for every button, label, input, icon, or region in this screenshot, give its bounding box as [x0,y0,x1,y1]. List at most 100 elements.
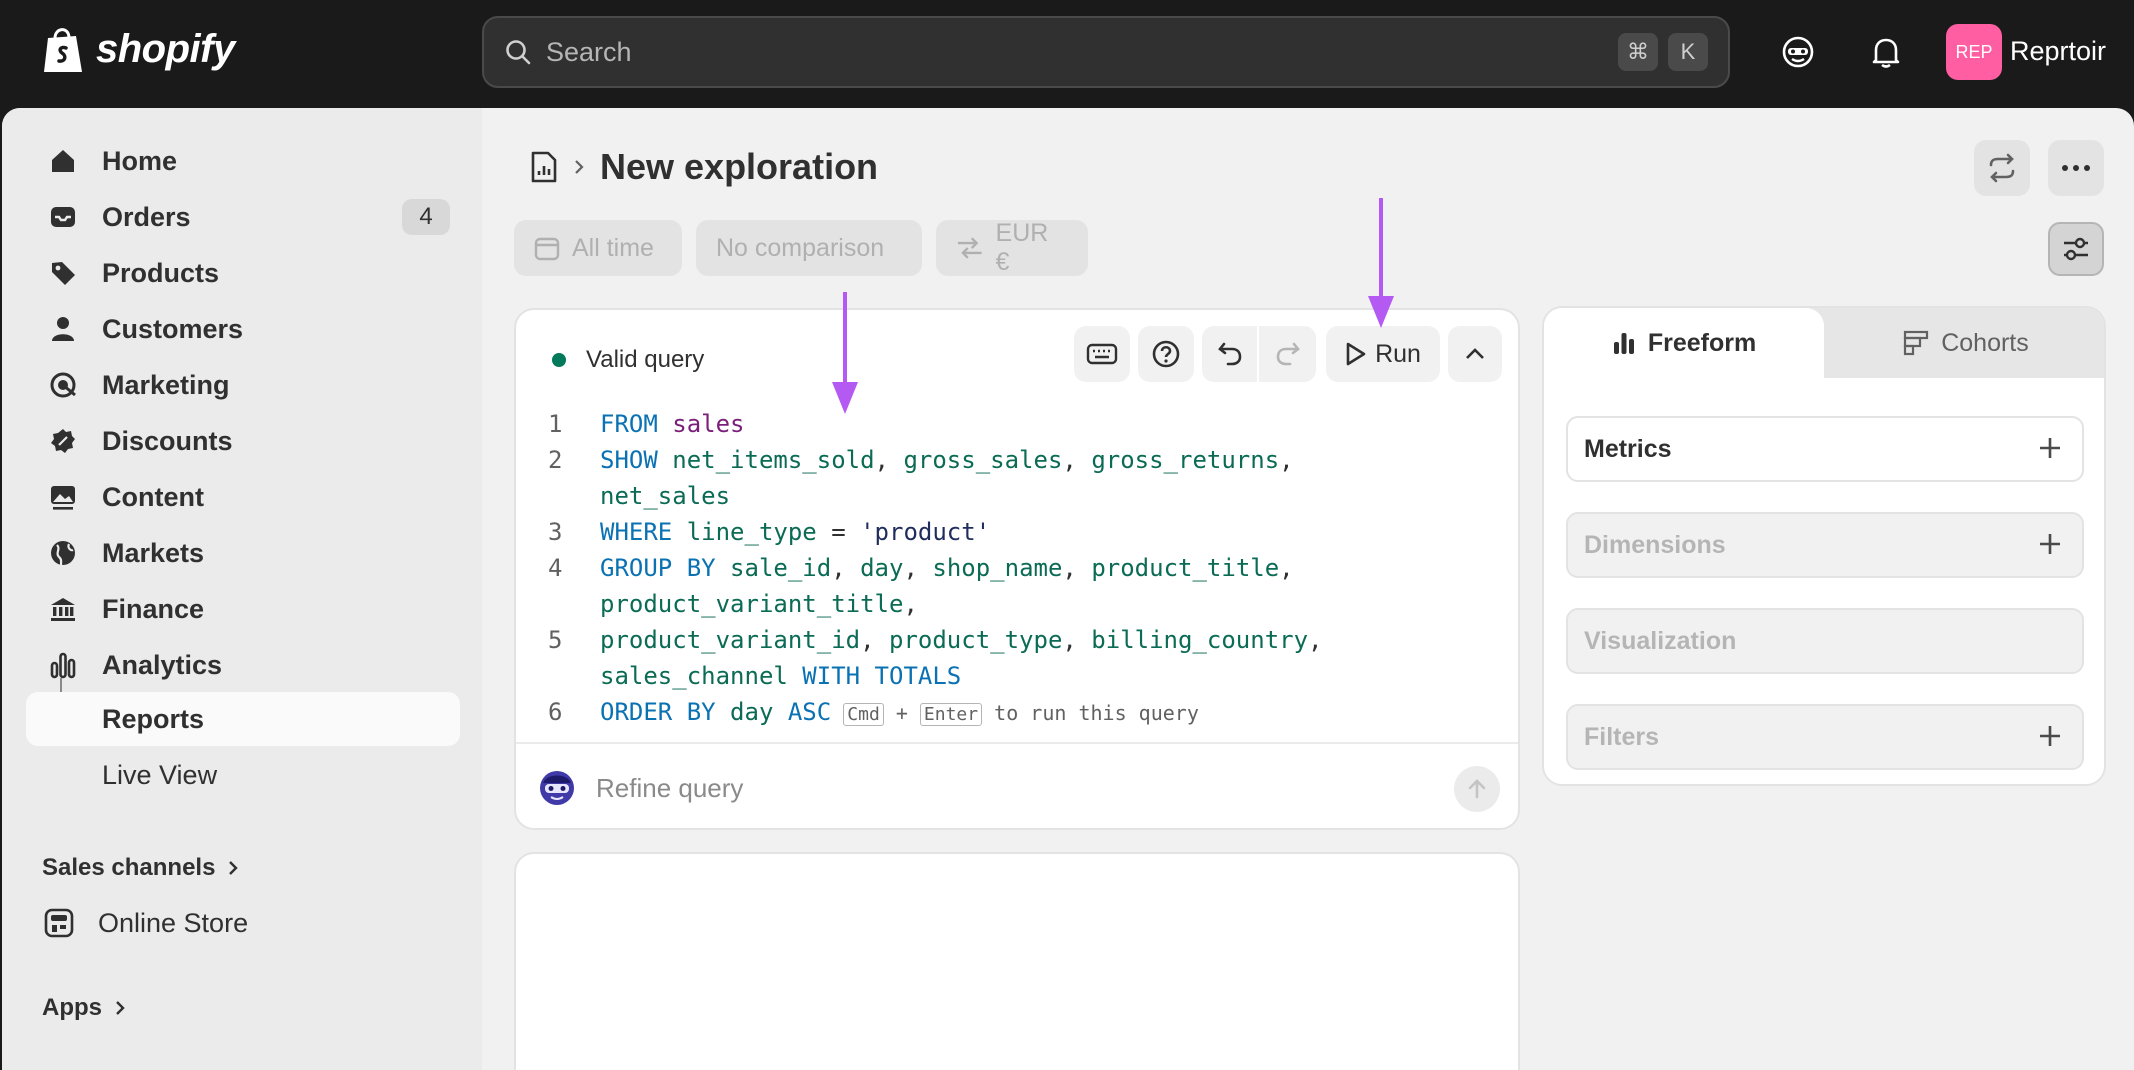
notifications-button[interactable] [1864,30,1908,74]
code-token: GROUP BY [600,554,716,582]
hint-plus: + [895,701,908,725]
sales-channels-label: Sales channels [42,854,216,881]
sidebar-item-marketing[interactable]: Marketing [26,358,460,412]
tab-cohorts[interactable]: Cohorts [1824,308,2104,378]
page-header: New exploration [530,146,878,188]
store-avatar[interactable]: REP [1946,24,2002,80]
date-range-label: All time [572,233,654,262]
help-button[interactable] [1138,326,1194,382]
code-text: ORDER BY day ASC Cmd + Enter to run this… [600,694,1199,733]
refine-query-input[interactable]: Refine query [596,773,743,804]
more-horizontal-icon [2062,165,2090,171]
report-document-icon[interactable] [530,150,558,184]
search-icon [506,40,531,65]
panel-tabs: Freeform Cohorts [1544,308,2104,378]
annotation-arrow-icon [1368,198,1394,328]
tab-label: Freeform [1647,328,1757,357]
sidekick-button[interactable] [1776,30,1820,74]
metrics-row[interactable]: Metrics [1566,416,2084,482]
line-number: 6 [548,698,563,726]
query-code-editor[interactable]: 1 FROM sales 2 SHOW net_items_sold, gross_s… [548,406,1488,733]
bar-chart-icon [1613,333,1634,354]
hint-key-enter: Enter [919,703,983,726]
code-token: net_sales [600,482,731,510]
code-token: = [816,518,861,546]
line-number: 5 [548,626,563,654]
currency-exchange-icon [957,237,982,259]
sidebar-item-markets[interactable]: Markets [26,526,460,580]
undo-button[interactable] [1202,326,1259,382]
settings-toggle-button[interactable] [2048,222,2104,276]
tab-freeform[interactable]: Freeform [1544,308,1824,378]
more-actions-button[interactable] [2048,140,2104,196]
send-refine-button[interactable] [1454,766,1500,812]
sidebar-item-products[interactable]: Products [26,246,460,300]
person-icon [48,314,78,344]
swap-arrows-icon [1989,153,2015,183]
add-filter-icon[interactable] [2036,722,2064,750]
add-metric-icon[interactable] [2036,434,2064,462]
sidebar-item-label: Marketing [102,369,230,400]
sidebar-item-content[interactable]: Content [26,470,460,524]
target-icon [48,370,78,400]
redo-button[interactable] [1259,326,1316,382]
sidebar-item-label: Markets [102,537,205,568]
refine-query-bar: Refine query [516,742,1518,828]
hint-key-cmd: Cmd [843,703,884,726]
sidebar-item-orders[interactable]: Orders 4 [26,190,460,244]
code-line[interactable]: 3 WHERE line_type = 'product' [548,514,1488,550]
sidebar-item-home[interactable]: Home [26,134,460,188]
code-token: , [874,446,904,474]
sidebar-item-online-store[interactable]: Online Store [22,896,456,950]
code-token: day [730,698,774,726]
code-line[interactable]: 5 product_variant_id, product_type, billi… [548,622,1488,694]
apps-heading[interactable]: Apps [42,994,126,1022]
switch-view-button[interactable] [1974,140,2030,196]
code-token: , [1062,554,1092,582]
store-name[interactable]: Reprtoir [2010,36,2106,67]
code-token: , [903,554,933,582]
sales-channels-heading[interactable]: Sales channels [42,854,239,882]
code-line[interactable]: 6 ORDER BY day ASC Cmd + Enter to run thi… [548,694,1488,733]
undo-icon [1217,342,1241,366]
store-icon [44,908,74,938]
dimensions-row[interactable]: Dimensions [1566,512,2084,578]
redo-icon [1276,342,1300,366]
sidebar-item-reports[interactable]: Reports [26,692,460,746]
tab-label: Cohorts [1941,328,2029,357]
code-line[interactable]: 1 FROM sales [548,406,1488,442]
code-line[interactable]: 4 GROUP BY sale_id, day, shop_name, produ… [548,550,1488,622]
search-bar[interactable]: Search ⌘ K [482,16,1730,88]
bank-icon [48,594,78,624]
currency-filter[interactable]: EUR € [936,219,1088,276]
sidebar-item-customers[interactable]: Customers [26,302,460,356]
bell-icon [1872,38,1900,68]
collapse-editor-button[interactable] [1448,326,1502,382]
code-token: SHOW [600,446,658,474]
code-token: WHERE [600,518,673,546]
keyboard-shortcuts-button[interactable] [1074,326,1130,382]
chevron-right-icon [229,861,239,875]
filters-row[interactable]: Filters [1566,704,2084,770]
code-token: , [1062,626,1092,654]
date-range-filter[interactable]: All time [514,220,682,276]
code-line[interactable]: 2 SHOW net_items_sold, gross_sales, gross… [548,442,1488,514]
code-token: WITH TOTALS [802,662,962,690]
sidebar-item-discounts[interactable]: Discounts [26,414,460,468]
code-token: , [903,590,918,618]
comparison-filter[interactable]: No comparison [696,220,922,276]
discount-icon [48,426,78,456]
query-status-label: Valid query [586,346,705,373]
sidebar-item-finance[interactable]: Finance [26,582,460,636]
line-number: 1 [548,410,563,438]
shopify-logo[interactable]: shopify [40,24,235,74]
sidebar-item-live-view[interactable]: Live View [26,748,460,802]
add-dimension-icon[interactable] [2036,530,2064,558]
run-query-button[interactable]: Run [1326,326,1440,382]
sidebar-item-analytics[interactable]: Analytics [26,638,460,692]
arrow-up-icon [1468,779,1486,799]
visualization-row[interactable]: Visualization [1566,608,2084,674]
code-token: net_items_sold [672,446,875,474]
